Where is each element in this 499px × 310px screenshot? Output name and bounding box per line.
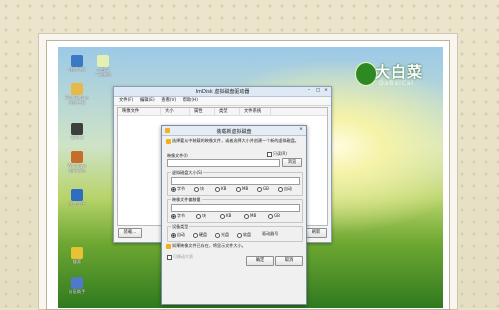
close-button[interactable]: × — [322, 88, 330, 94]
installer-icon — [97, 55, 109, 67]
desktop-icon-label: 外置程序 — [68, 201, 86, 206]
image-file-label: 映像文件(I) — [167, 153, 188, 158]
desktop-icon-diskgenius[interactable]: DiskGenius 分区工具 — [64, 83, 90, 105]
desktop-icon-search[interactable]: 搜索 — [64, 247, 90, 265]
desktop-icon-installer[interactable]: 大白菜 一键装机 — [90, 55, 116, 77]
dialog-note: 如果映像文件已存在，将显示文件大小。 — [166, 243, 302, 249]
desktop-icon-label: DiskGenius 分区工具 — [65, 95, 89, 105]
computer-icon — [71, 55, 83, 67]
minimize-button[interactable]: – — [305, 88, 313, 94]
column-type[interactable]: 类型 — [215, 108, 240, 115]
size-unit-blocks[interactable]: 块 — [194, 186, 204, 192]
desktop-icon-label: CPU-Z — [70, 135, 84, 140]
search-icon — [71, 247, 83, 259]
offset-unit-bytes[interactable]: 字节 — [171, 213, 185, 219]
dialog-title: 装载新虚拟磁盘 — [216, 128, 252, 135]
refresh-button[interactable]: 刷新 — [305, 228, 327, 238]
offset-unit-mb[interactable]: MB — [244, 213, 256, 219]
desktop-icon-label: 分区助手 — [68, 289, 86, 294]
desktop-icon-computer[interactable]: 我的电脑 — [64, 55, 90, 73]
readonly-checkbox[interactable]: 只读(R) — [267, 151, 287, 157]
device-floppy[interactable]: 软盘 — [237, 232, 251, 238]
maximize-button[interactable]: □ — [314, 88, 322, 94]
size-unit-mb[interactable]: MB — [236, 186, 248, 192]
size-unit-gb[interactable]: GB — [257, 186, 269, 192]
window-title: ImDisk 虚拟磁盘驱动器 — [195, 89, 250, 95]
column-image-file[interactable]: 映像文件 — [118, 108, 161, 115]
brand-logo: 大白菜 DaBaiCai — [355, 60, 435, 90]
window-titlebar[interactable]: ImDisk 虚拟磁盘驱动器 – □ × — [114, 87, 331, 97]
brand-subtitle: DaBaiCai — [379, 80, 415, 87]
list-header: 映像文件 大小 属性 类型 文件系统 — [118, 108, 327, 116]
size-unit-kb[interactable]: KB — [215, 186, 226, 192]
removable-checkbox[interactable]: 可移动介质 — [167, 254, 193, 260]
cancel-button[interactable]: 取消 — [275, 256, 303, 266]
desktop-icon-label: Windows 密码清除 — [67, 163, 87, 173]
dialog-intro: 选择要从中装载的映像文件，或者选择大小并创建一个新的虚拟磁盘。 — [166, 138, 302, 144]
menu-edit[interactable]: 编辑(E) — [140, 97, 155, 105]
offset-group-label: 映像文件偏移量 — [171, 197, 202, 203]
key-icon — [71, 151, 83, 163]
mount-dialog: 装载新虚拟磁盘 × 选择要从中装载的映像文件，或者选择大小并创建一个新的虚拟磁盘… — [161, 125, 307, 305]
offset-unit-gb[interactable]: GB — [268, 213, 280, 219]
device-type-group: 设备类型 自动 硬盘 光盘 软盘 驱动器号 — [167, 224, 303, 242]
size-input[interactable] — [171, 177, 300, 185]
info-icon — [166, 138, 171, 144]
drive-letter-label: 驱动器号 — [262, 231, 279, 236]
desktop-icon-external[interactable]: 外置程序 — [64, 189, 90, 207]
offset-unit-blocks[interactable]: 块 — [196, 213, 206, 219]
column-properties[interactable]: 属性 — [190, 108, 215, 115]
size-group-label: 虚拟磁盘大小(S) — [171, 170, 204, 176]
image-file-input[interactable] — [167, 159, 280, 167]
device-hdd[interactable]: 硬盘 — [193, 232, 207, 238]
browse-button[interactable]: 浏览 — [282, 158, 302, 167]
diskgenius-icon — [71, 83, 83, 95]
desktop-icon-label: 大白菜 一键装机 — [94, 67, 112, 77]
partition-icon — [71, 277, 83, 289]
folder-icon — [71, 189, 83, 201]
dialog-close-button[interactable]: × — [297, 127, 305, 133]
device-auto[interactable]: 自动 — [171, 232, 185, 238]
size-unit-auto[interactable]: 自动 — [278, 186, 292, 192]
menu-view[interactable]: 查看(V) — [161, 97, 176, 105]
column-filesystem[interactable]: 文件系统 — [240, 108, 271, 115]
mount-button[interactable]: 装载... — [118, 228, 142, 238]
offset-input[interactable] — [171, 204, 300, 212]
column-size[interactable]: 大小 — [161, 108, 190, 115]
desktop-icon-label: 我的电脑 — [68, 67, 86, 72]
size-group: 虚拟磁盘大小(S) 字节 块 KB MB GB 自动 — [167, 170, 303, 196]
desktop-icon-partition[interactable]: 分区助手 — [64, 277, 90, 295]
ok-button[interactable]: 确定 — [246, 256, 274, 266]
menu-help[interactable]: 帮助(H) — [183, 97, 198, 105]
offset-group: 映像文件偏移量 字节 块 KB MB GB — [167, 197, 303, 223]
device-type-label: 设备类型 — [171, 224, 190, 230]
cabbage-icon — [355, 62, 377, 86]
offset-unit-kb[interactable]: KB — [220, 213, 231, 219]
dialog-titlebar[interactable]: 装载新虚拟磁盘 × — [162, 126, 306, 136]
cpuz-icon — [71, 123, 83, 135]
desktop-icon-label: 搜索 — [72, 259, 82, 264]
desktop-icon-cpuz[interactable]: CPU-Z — [64, 123, 90, 141]
note-icon — [166, 243, 171, 249]
desktop-icon-password[interactable]: Windows 密码清除 — [64, 151, 90, 173]
menu-file[interactable]: 文件(F) — [119, 97, 133, 105]
menu-bar: 文件(F) 编辑(E) 查看(V) 帮助(H) — [114, 97, 331, 106]
brand-name: 大白菜 — [375, 63, 424, 81]
device-cd[interactable]: 光盘 — [215, 232, 229, 238]
size-unit-bytes[interactable]: 字节 — [171, 186, 185, 192]
